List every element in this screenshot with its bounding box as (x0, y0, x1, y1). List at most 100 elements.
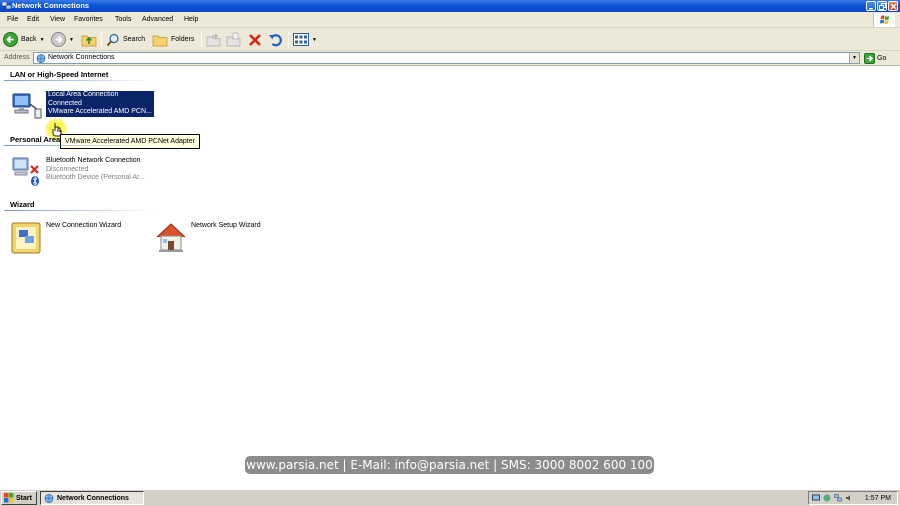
list-item-local-area-connection[interactable]: Local Area Connection Connected VMware A… (10, 90, 154, 124)
item-device: Bluetooth Device (Personal Ar... (46, 174, 145, 181)
views-dropdown-icon[interactable]: ▼ (312, 37, 317, 43)
watermark-banner: www.parsia.net | E-Mail: info@parsia.net… (245, 456, 654, 474)
copy-to-folder-icon (226, 32, 241, 47)
delete-button[interactable] (248, 31, 262, 48)
volume-tray-icon[interactable] (845, 494, 853, 502)
back-button[interactable]: Back ▼ (3, 31, 45, 48)
undo-icon (269, 33, 282, 46)
taskbar-button-network-connections[interactable]: Network Connections (40, 491, 144, 505)
views-icon (293, 33, 309, 46)
start-button[interactable]: Start (1, 491, 37, 505)
bluetooth-computer-icon (12, 157, 39, 186)
group-heading-personal-area: Personal Area (10, 135, 61, 144)
toolbar: Back ▼ ▼ Search Folders ▼ (0, 28, 900, 51)
windows-logo (873, 13, 895, 27)
taskbar: Start Network Connections 1:57 PM (0, 489, 900, 506)
list-item-network-setup-wizard[interactable]: Network Setup Wizard (155, 221, 261, 255)
forward-arrow-icon (51, 32, 66, 47)
folders-button[interactable]: Folders (152, 31, 194, 48)
item-device: VMware Accelerated AMD PCN... (46, 108, 154, 117)
address-label: Address (4, 54, 30, 61)
search-icon (106, 33, 119, 46)
item-title: Bluetooth Network Connection (46, 157, 141, 164)
restore-button[interactable] (877, 1, 887, 11)
window-title: Network Connections (12, 1, 90, 10)
item-details: New Connection Wizard (46, 221, 121, 255)
item-status: Disconnected (46, 165, 89, 173)
group-heading-wizard: Wizard (10, 200, 35, 209)
group-divider (4, 210, 154, 211)
house-icon (156, 223, 186, 252)
system-tray: 1:57 PM (808, 491, 898, 505)
search-label: Search (123, 36, 146, 43)
delete-x-icon (249, 33, 261, 46)
menu-view[interactable]: View (50, 16, 65, 23)
windows-flag-icon (4, 493, 14, 503)
move-to-folder-icon (206, 33, 221, 47)
security-tray-icon[interactable] (823, 494, 831, 502)
copy-to-button[interactable] (226, 31, 241, 48)
go-label: Go (877, 54, 887, 62)
close-button[interactable] (888, 1, 898, 11)
menu-edit[interactable]: Edit (27, 16, 39, 23)
forward-dropdown-icon[interactable]: ▼ (69, 37, 74, 43)
restore-icon (879, 3, 886, 10)
menu-advanced[interactable]: Advanced (142, 16, 173, 23)
undo-button[interactable] (268, 31, 283, 48)
network-connections-icon (44, 493, 54, 503)
group-divider (4, 80, 154, 81)
back-label: Back (21, 36, 37, 43)
group-heading-lan: LAN or High-Speed Internet (10, 70, 109, 79)
clock[interactable]: 1:57 PM (865, 495, 891, 502)
display-tray-icon[interactable] (812, 494, 820, 502)
start-label: Start (16, 494, 32, 502)
go-arrow-icon (864, 52, 875, 64)
go-button[interactable]: Go (864, 52, 886, 64)
menu-favorites[interactable]: Favorites (74, 16, 103, 23)
item-title: Network Setup Wizard (191, 222, 261, 229)
file-list-view[interactable]: LAN or High-Speed Internet Local Area Co… (0, 66, 900, 489)
network-setup-wizard-icon (155, 221, 189, 255)
item-status: Connected (46, 99, 154, 108)
up-folder-icon (81, 35, 97, 47)
list-item-new-connection-wizard[interactable]: New Connection Wizard (10, 221, 121, 255)
item-details: Bluetooth Network Connection Disconnecte… (46, 156, 145, 190)
folders-icon (152, 35, 168, 46)
address-value: Network Connections (48, 54, 115, 61)
network-tray-icon[interactable] (834, 494, 842, 502)
list-item-bluetooth-network-connection[interactable]: Bluetooth Network Connection Disconnecte… (10, 156, 145, 190)
bluetooth-connection-icon (10, 156, 44, 190)
windows-flag-icon (879, 15, 889, 25)
forward-button[interactable]: ▼ (51, 31, 74, 48)
new-connection-wizard-icon (10, 221, 44, 255)
back-arrow-icon (3, 32, 18, 47)
menu-bar: File Edit View Favorites Tools Advanced … (0, 12, 900, 28)
menu-tools[interactable]: Tools (115, 16, 131, 23)
task-label: Network Connections (57, 494, 129, 502)
address-dropdown-icon[interactable]: ▼ (849, 53, 859, 63)
menu-file[interactable]: File (7, 16, 18, 23)
network-connections-icon (2, 2, 11, 10)
close-icon (890, 3, 897, 10)
search-button[interactable]: Search (106, 31, 145, 48)
address-bar: Address Network Connections ▼ Go (0, 51, 900, 66)
address-input[interactable]: Network Connections ▼ (33, 52, 860, 64)
title-bar[interactable]: Network Connections (0, 0, 900, 12)
lan-connection-icon (10, 90, 44, 124)
tooltip: VMware Accelerated AMD PCNet Adapter (60, 134, 200, 149)
wizard-icon (11, 222, 41, 254)
network-connections-icon (36, 54, 46, 63)
back-dropdown-icon[interactable]: ▼ (40, 37, 45, 43)
group-divider (4, 145, 154, 146)
item-title: Local Area Connection (46, 91, 154, 100)
toolbar-separator (201, 32, 202, 47)
minimize-button[interactable] (866, 1, 876, 11)
up-folder-button[interactable] (81, 31, 97, 48)
menu-help[interactable]: Help (184, 16, 198, 23)
move-to-button[interactable] (206, 31, 221, 48)
folders-label: Folders (171, 36, 195, 43)
views-button[interactable]: ▼ (293, 31, 317, 48)
item-title: New Connection Wizard (46, 222, 122, 229)
toolbar-separator (101, 32, 102, 47)
lan-computer-icon (12, 93, 42, 119)
